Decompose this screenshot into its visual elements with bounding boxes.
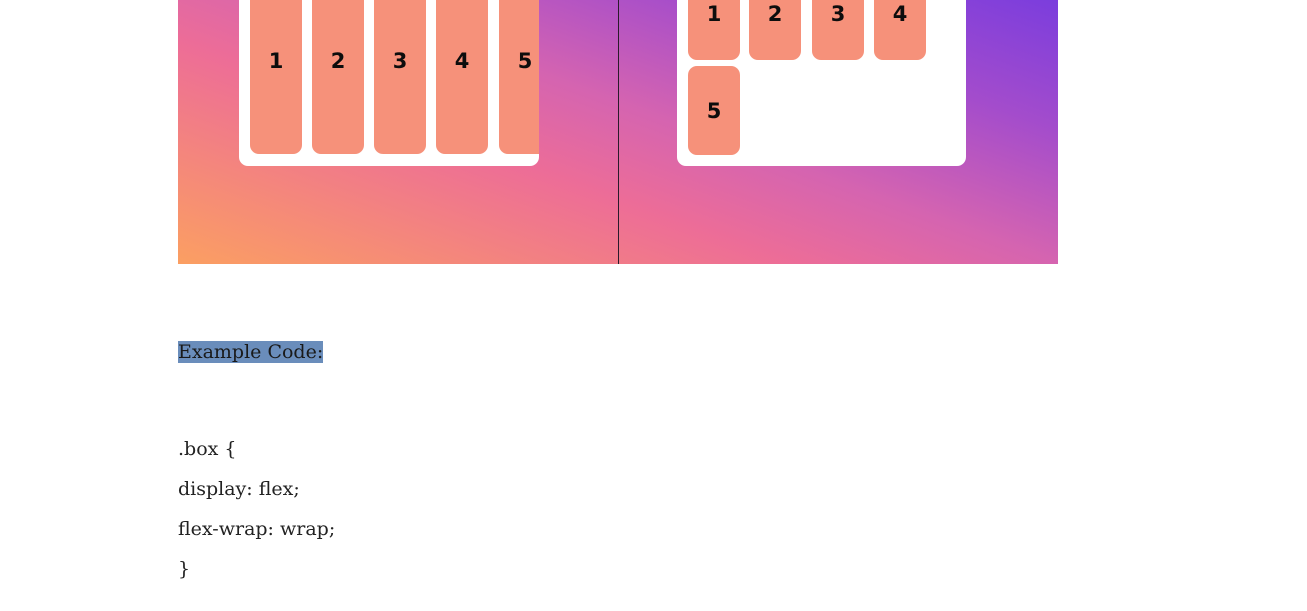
flex-item-label: 1 [706,2,722,26]
flex-item: 5 [688,66,740,155]
selected-text[interactable]: Example Code: [178,341,324,363]
flex-item: 1 [688,0,740,60]
flex-item-label: 5 [517,49,533,73]
flex-item: 2 [749,0,801,60]
code-line: flex-wrap: wrap; [178,518,336,540]
code-line: } [178,558,191,580]
flex-item-label: 1 [268,49,284,73]
wrap-container: 1 2 3 4 5 [677,0,966,166]
flex-item-label: 5 [706,98,722,123]
flex-item-label: 4 [454,49,470,73]
flex-wrap-illustration: 1 2 3 4 5 1 2 3 4 5 [178,0,1058,264]
code-line: .box { [178,438,237,460]
flex-item-label: 2 [330,49,346,73]
flex-item: 5 [499,0,539,154]
flex-item: 3 [374,0,426,154]
flex-item: 1 [250,0,302,154]
example-code-label: Example Code: [178,339,324,365]
flex-item: 2 [312,0,364,154]
flex-item: 3 [812,0,864,60]
flex-item-label: 2 [767,2,783,26]
flex-item: 4 [436,0,488,154]
panel-divider [618,0,619,264]
flex-item-label: 3 [392,49,408,73]
code-line: display: flex; [178,478,300,500]
flex-item-label: 4 [892,2,908,26]
nowrap-container: 1 2 3 4 5 [239,0,539,166]
flex-item: 4 [874,0,926,60]
flex-item-label: 3 [830,2,846,26]
